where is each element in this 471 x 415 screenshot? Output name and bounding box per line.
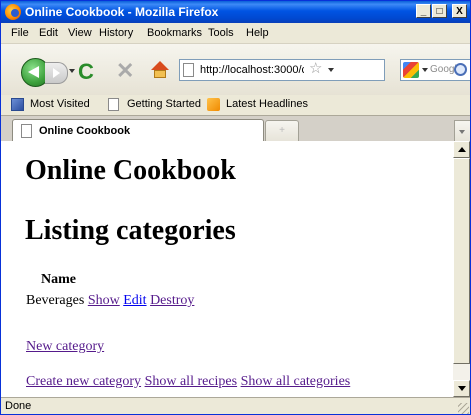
vertical-scrollbar[interactable] xyxy=(453,141,470,397)
rss-feed-icon xyxy=(207,98,220,111)
firefox-icon xyxy=(5,4,21,20)
url-dropdown-icon[interactable] xyxy=(328,68,334,72)
history-dropdown-icon[interactable] xyxy=(69,69,75,73)
url-text[interactable]: http://localhost:3000/categories xyxy=(200,64,304,76)
bookmark-star-icon[interactable]: ☆ xyxy=(309,61,322,77)
menu-bar: File Edit View History Bookmarks Tools H… xyxy=(1,23,470,43)
stop-icon[interactable]: ✕ xyxy=(116,60,134,82)
menu-bookmarks[interactable]: Bookmarks xyxy=(147,27,202,39)
show-all-recipes-link[interactable]: Show all recipes xyxy=(145,374,238,389)
home-icon[interactable] xyxy=(151,61,169,79)
table-header-name: Name xyxy=(41,272,76,287)
edit-link[interactable]: Edit xyxy=(123,293,146,308)
forward-icon[interactable] xyxy=(45,62,68,84)
scroll-up-icon[interactable] xyxy=(453,141,470,158)
menu-help[interactable]: Help xyxy=(246,27,269,39)
category-name: Beverages xyxy=(26,293,85,308)
status-text: Done xyxy=(5,400,32,412)
tab-online-cookbook[interactable]: Online Cookbook xyxy=(12,119,264,142)
resize-grip-icon[interactable] xyxy=(458,403,469,414)
title-bar: Online Cookbook - Mozilla Firefox _ □ X xyxy=(1,1,470,23)
scroll-down-icon[interactable] xyxy=(453,380,470,397)
menu-tools[interactable]: Tools xyxy=(208,27,234,39)
tab-list-dropdown-icon[interactable] xyxy=(454,120,470,142)
most-visited-icon xyxy=(11,98,24,111)
close-button[interactable]: X xyxy=(452,4,467,18)
url-bar[interactable]: http://localhost:3000/categories ☆ xyxy=(179,59,385,81)
destroy-link[interactable]: Destroy xyxy=(150,293,194,308)
search-bar[interactable]: Google xyxy=(400,59,470,81)
google-icon[interactable] xyxy=(403,62,419,78)
create-new-category-link[interactable]: Create new category xyxy=(26,374,141,389)
browser-window: Online Cookbook - Mozilla Firefox _ □ X … xyxy=(0,0,471,415)
search-engine-dropdown-icon[interactable] xyxy=(422,68,428,72)
page-icon xyxy=(183,63,194,77)
tab-label: Online Cookbook xyxy=(39,125,131,137)
page-title: Online Cookbook xyxy=(25,155,236,186)
maximize-button[interactable]: □ xyxy=(432,4,447,18)
menu-view[interactable]: View xyxy=(68,27,92,39)
menu-file[interactable]: File xyxy=(11,27,29,39)
page-subtitle: Listing categories xyxy=(25,215,236,246)
menu-edit[interactable]: Edit xyxy=(39,27,58,39)
page-icon xyxy=(21,124,32,138)
navigation-toolbar: C ✕ http://localhost:3000/categories ☆ G… xyxy=(1,43,470,97)
bookmarks-toolbar: Most Visited Getting Started Latest Head… xyxy=(1,95,470,115)
page-icon xyxy=(108,98,119,111)
table-row: Beverages Show Edit Destroy xyxy=(26,293,194,309)
menu-history[interactable]: History xyxy=(99,27,133,39)
show-all-categories-link[interactable]: Show all categories xyxy=(241,374,351,389)
window-title: Online Cookbook - Mozilla Firefox xyxy=(25,5,219,19)
reload-icon[interactable]: C xyxy=(78,61,94,83)
new-tab-button[interactable]: + xyxy=(265,120,299,142)
scroll-thumb[interactable] xyxy=(453,158,470,364)
status-bar: Done xyxy=(1,397,470,414)
tab-bar: Online Cookbook + xyxy=(1,115,470,142)
new-category-link[interactable]: New category xyxy=(26,339,104,355)
search-icon[interactable] xyxy=(454,63,467,76)
show-link[interactable]: Show xyxy=(88,293,120,308)
minimize-button[interactable]: _ xyxy=(416,4,431,18)
footer-links: Create new category Show all recipes Sho… xyxy=(26,374,350,390)
page-content: Online Cookbook Listing categories Name … xyxy=(1,141,453,397)
